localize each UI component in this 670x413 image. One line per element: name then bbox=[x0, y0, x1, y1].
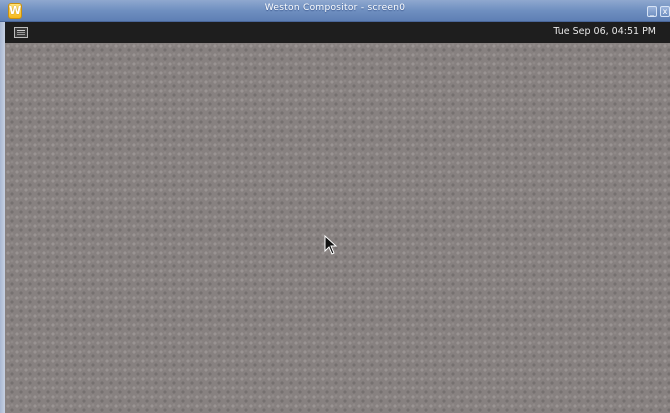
weston-panel: Tue Sep 06, 04:51 PM bbox=[5, 22, 670, 43]
window-title: Weston Compositor - screen0 bbox=[264, 3, 406, 13]
minimize-button[interactable]: _ bbox=[647, 6, 657, 17]
weston-window: W Weston Compositor - screen0 _ x Tue Se… bbox=[0, 0, 670, 413]
title-bar[interactable]: W Weston Compositor - screen0 _ x bbox=[0, 0, 670, 22]
mouse-pointer-icon bbox=[324, 235, 338, 255]
close-button[interactable]: x bbox=[660, 6, 670, 17]
desktop-background[interactable] bbox=[5, 43, 670, 413]
panel-clock: Tue Sep 06, 04:51 PM bbox=[553, 26, 656, 37]
terminal-launcher-icon[interactable] bbox=[14, 27, 28, 38]
